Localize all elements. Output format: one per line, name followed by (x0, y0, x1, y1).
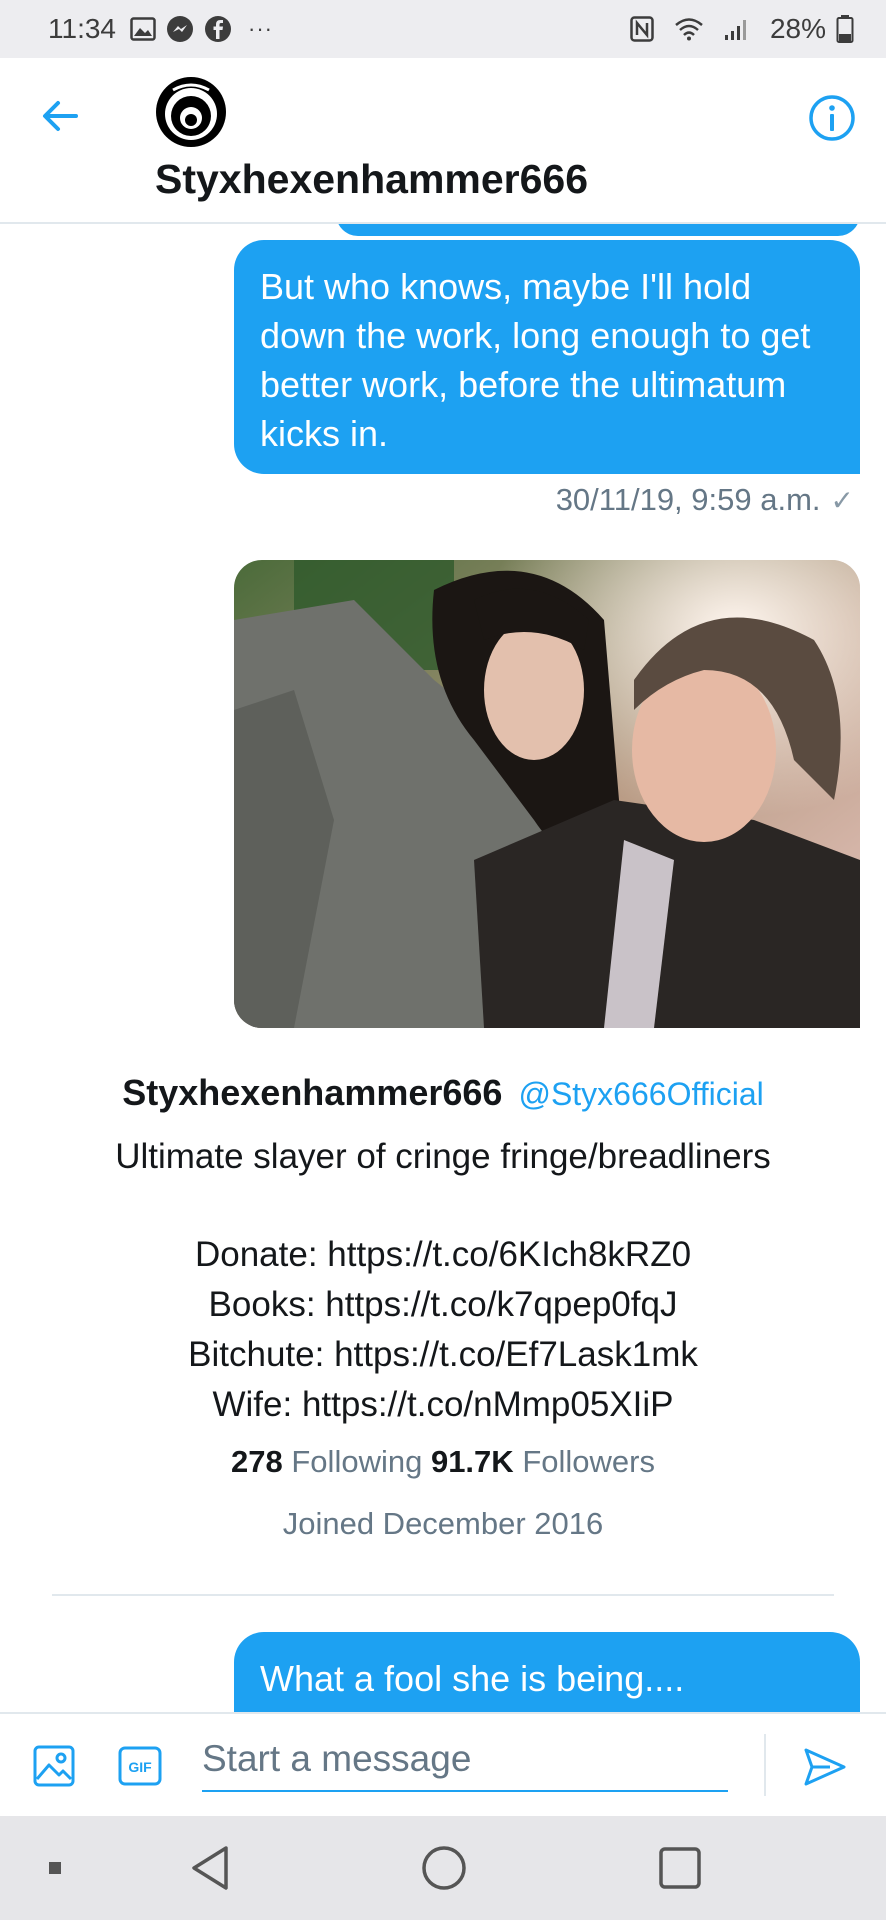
joined-date: Joined December 2016 (282, 1506, 604, 1541)
info-icon (809, 95, 855, 141)
profile-stats: 278 Following 91.7K Followers (0, 1444, 886, 1480)
bio-line: Ultimate slayer of cringe fringe/breadli… (115, 1137, 771, 1176)
composer-separator (764, 1734, 766, 1796)
previous-message-bubble[interactable] (336, 224, 860, 236)
send-button[interactable] (800, 1742, 850, 1792)
following-label[interactable]: Following (291, 1444, 422, 1479)
bio-link-books[interactable]: Books: https://t.co/k7qpep0fqJ (0, 1280, 886, 1330)
gif-button[interactable]: GIF (116, 1742, 164, 1790)
status-bar: 11:34 ··· 28% (0, 0, 886, 58)
timestamp-text: 30/11/19, 9:59 a.m. (555, 482, 821, 517)
battery-percent: 28% (769, 13, 826, 44)
followers-label[interactable]: Followers (522, 1444, 655, 1479)
battery-icon (836, 15, 854, 43)
status-time: 11:34 (48, 13, 116, 44)
overview-square-icon[interactable] (648, 1816, 712, 1920)
gif-icon: GIF (118, 1746, 162, 1786)
conversation-title[interactable]: Styxhexenhammer666 (155, 156, 588, 203)
divider (52, 1594, 834, 1596)
wifi-icon (674, 17, 704, 41)
signal-icon (724, 17, 750, 41)
bio-link-bitchute[interactable]: Bitchute: https://t.co/Ef7Lask1mk (0, 1330, 886, 1380)
following-count[interactable]: 278 (231, 1444, 283, 1479)
message-timestamp: 30/11/19, 9:59 a.m. ✓ (556, 482, 854, 518)
back-triangle-icon[interactable] (180, 1816, 240, 1920)
profile-handle[interactable]: @Styx666Official (518, 1076, 763, 1112)
arrow-left-icon (43, 101, 78, 131)
conversation-header: Styxhexenhammer666 (0, 58, 886, 224)
info-button[interactable] (808, 94, 856, 142)
message-bubble[interactable]: What a fool she is being.... (234, 1632, 860, 1712)
messenger-icon (166, 15, 194, 43)
message-composer: GIF (0, 1712, 886, 1816)
profile-name-line: Styxhexenhammer666 @Styx666Official (0, 1072, 886, 1114)
gallery-icon (130, 17, 156, 41)
followers-count[interactable]: 91.7K (431, 1444, 514, 1479)
bio-link-wife[interactable]: Wife: https://t.co/nMmp05XIiP (0, 1380, 886, 1430)
message-input[interactable] (202, 1728, 728, 1792)
add-photo-button[interactable] (30, 1742, 78, 1790)
image-icon (33, 1745, 75, 1787)
send-icon (804, 1748, 846, 1786)
avatar[interactable] (155, 76, 227, 148)
message-text: But who knows, maybe I'll hold down the … (260, 266, 811, 454)
nfc-icon (630, 16, 654, 42)
check-icon: ✓ (830, 484, 854, 516)
bio-link-donate[interactable]: Donate: https://t.co/6KIch8kRZ0 (0, 1230, 886, 1280)
home-circle-icon[interactable] (414, 1816, 474, 1920)
message-list[interactable]: But who knows, maybe I'll hold down the … (0, 224, 886, 1712)
recent-dot-icon[interactable] (38, 1816, 72, 1920)
bio-spacer (0, 1182, 886, 1230)
message-bubble[interactable]: But who knows, maybe I'll hold down the … (234, 240, 860, 474)
profile-bio: Ultimate slayer of cringe fringe/breadli… (0, 1132, 886, 1430)
gif-label: GIF (128, 1759, 152, 1775)
message-text: What a fool she is being.... (260, 1658, 685, 1699)
facebook-icon (204, 15, 232, 43)
profile-card[interactable]: Styxhexenhammer666 @Styx666Official Ulti… (0, 1064, 886, 1542)
profile-name[interactable]: Styxhexenhammer666 (122, 1072, 502, 1113)
message-photo[interactable] (234, 560, 860, 1028)
system-nav-bar (0, 1816, 886, 1920)
more-notifications-icon: ··· (248, 16, 273, 41)
back-button[interactable] (38, 94, 82, 138)
